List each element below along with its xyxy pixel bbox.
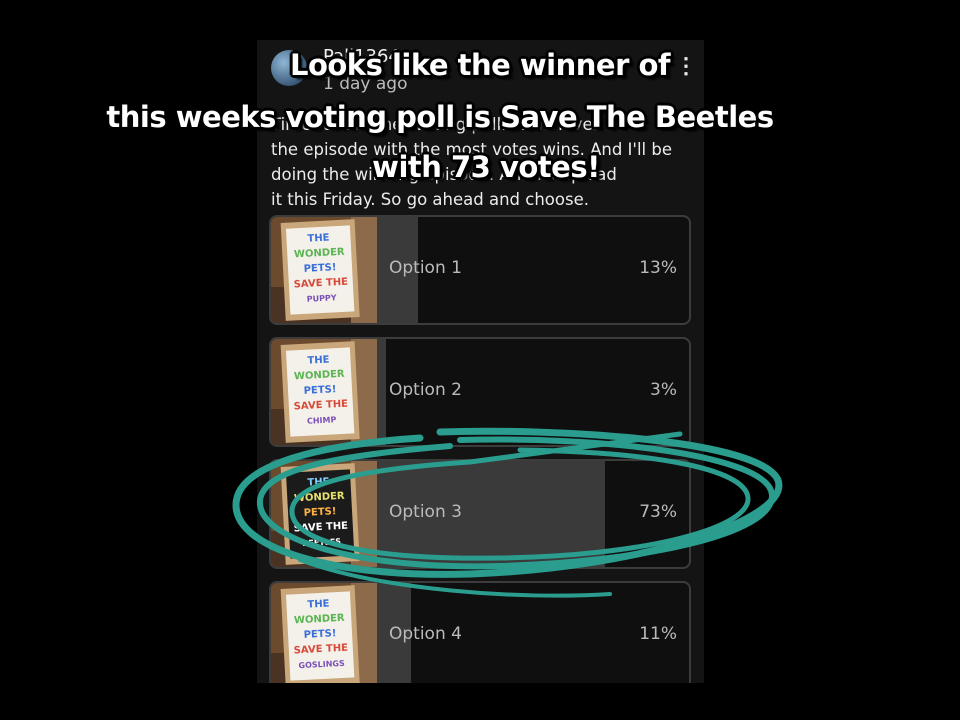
svg-text:CHIMP: CHIMP xyxy=(307,415,337,426)
option-percent: 73% xyxy=(639,502,677,522)
svg-text:PUPPY: PUPPY xyxy=(306,293,337,304)
svg-text:PETS!: PETS! xyxy=(303,384,336,397)
option-label: Option 4 xyxy=(389,624,462,644)
svg-text:THE: THE xyxy=(307,599,330,611)
option-result-bar xyxy=(377,339,387,445)
caption-line: this weeks voting poll is Save The Beetl… xyxy=(106,100,774,134)
poll-options: THE WONDER PETS! SAVE THE PUPPY Option 1 13% TH… xyxy=(269,215,691,683)
poll-option[interactable]: THE WONDER PETS! SAVE THE GOSLINGS Option 4 11… xyxy=(269,581,691,683)
community-post-card: Pali1364 1 day ago ⋮ Time for another vo… xyxy=(257,40,704,683)
poll-option[interactable]: THE WONDER PETS! SAVE THE CHIMP Option 2 3% xyxy=(269,337,691,447)
option-thumbnail-image: THE WONDER PETS! SAVE THE GOSLINGS xyxy=(271,583,377,683)
svg-text:THE: THE xyxy=(307,355,330,367)
svg-text:PETS!: PETS! xyxy=(303,628,336,641)
option-thumbnail-image: THE WONDER PETS! SAVE THE CHIMP xyxy=(271,339,377,445)
svg-text:PETS!: PETS! xyxy=(303,262,336,275)
option-label: Option 2 xyxy=(389,380,462,400)
caption-line: with 73 votes! xyxy=(372,150,600,184)
option-label: Option 1 xyxy=(389,258,462,278)
svg-text:THE: THE xyxy=(307,233,330,245)
poll-option[interactable]: THE WONDER PETS! SAVE THE PUPPY Option 1 13% xyxy=(269,215,691,325)
option-thumbnail-image: THE WONDER PETS! SAVE THE PUPPY xyxy=(271,217,377,323)
caption-line: Looks like the winner of xyxy=(289,48,671,82)
option-percent: 3% xyxy=(650,380,677,400)
post-body-line: it this Friday. So go ahead and choose. xyxy=(271,190,589,209)
svg-text:THE: THE xyxy=(307,477,330,489)
poll-option[interactable]: THE WONDER PETS! SAVE THE BEETLES Option 3 73% xyxy=(269,459,691,569)
option-percent: 11% xyxy=(639,624,677,644)
option-percent: 13% xyxy=(639,258,677,278)
option-thumbnail-image: THE WONDER PETS! SAVE THE BEETLES xyxy=(271,461,377,567)
svg-text:PETS!: PETS! xyxy=(303,506,336,519)
option-label: Option 3 xyxy=(389,502,462,522)
